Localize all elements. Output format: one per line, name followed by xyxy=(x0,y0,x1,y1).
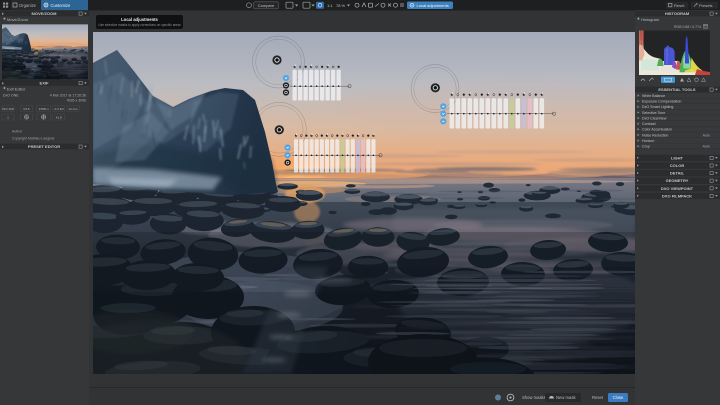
svg-text:New mask: New mask xyxy=(556,395,576,400)
svg-text:Close: Close xyxy=(613,395,624,400)
svg-text:Reset: Reset xyxy=(592,395,604,400)
svg-text:Show masks: Show masks xyxy=(522,395,546,400)
